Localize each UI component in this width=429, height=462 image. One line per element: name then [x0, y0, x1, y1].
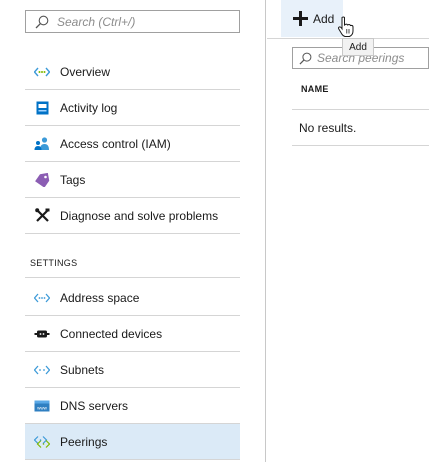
table-header-divider [292, 109, 429, 110]
svg-text:www: www [37, 405, 47, 410]
add-peering-button[interactable]: Add [281, 0, 343, 37]
hand-pointer-cursor-icon [337, 16, 354, 37]
wrench-screwdriver-icon [34, 208, 50, 224]
menu-item-label: Peerings [60, 434, 108, 449]
plus-icon [293, 11, 308, 26]
menu-item-peerings[interactable]: Peerings [25, 424, 240, 460]
table-row-divider [292, 145, 429, 146]
menu-item-activity-log[interactable]: Activity log [25, 90, 240, 126]
empty-state-text: No results. [299, 121, 357, 135]
menu-item-label: Address space [60, 290, 140, 305]
menu-item-label: Diagnose and solve problems [60, 208, 219, 223]
menu-item-label: DNS servers [60, 398, 129, 413]
subnets-icon [34, 362, 50, 378]
tag-icon [34, 172, 50, 188]
menu-item-label: Overview [60, 64, 111, 79]
search-icon [299, 52, 312, 64]
connected-devices-icon [34, 326, 50, 342]
access-control-icon [34, 136, 50, 152]
menu-item-label: Access control (IAM) [60, 136, 171, 151]
menu-search-box[interactable] [25, 10, 240, 33]
blade-divider [265, 0, 266, 462]
menu-item-label: Tags [60, 172, 86, 187]
vnet-overview-icon [34, 64, 50, 80]
menu-item-access-control[interactable]: Access control (IAM) [25, 126, 240, 162]
search-icon [35, 15, 49, 28]
section-divider [25, 277, 240, 278]
dns-servers-icon: www [34, 398, 50, 414]
activity-log-icon [34, 100, 50, 116]
menu-item-label: Activity log [60, 100, 118, 115]
menu-item-diagnose[interactable]: Diagnose and solve problems [25, 198, 240, 234]
menu-item-tags[interactable]: Tags [25, 162, 240, 198]
menu-item-subnets[interactable]: Subnets [25, 352, 240, 388]
column-header-name[interactable]: NAME [301, 84, 329, 94]
add-tooltip: Add [342, 38, 374, 56]
menu-item-label: Connected devices [60, 326, 163, 341]
menu-item-label: Subnets [60, 362, 105, 377]
menu-item-connected-devices[interactable]: Connected devices [25, 316, 240, 352]
resource-menu: Overview Activity log Access control (IA… [0, 0, 265, 462]
settings-section-header: SETTINGS [30, 258, 78, 268]
add-button-label: Add [313, 12, 335, 26]
vnet-address-space-icon [34, 290, 50, 306]
peerings-icon [34, 434, 50, 450]
menu-item-address-space[interactable]: Address space [25, 280, 240, 316]
menu-item-dns-servers[interactable]: www DNS servers [25, 388, 240, 424]
menu-item-overview[interactable]: Overview [25, 54, 240, 90]
menu-search-input[interactable] [57, 11, 227, 32]
